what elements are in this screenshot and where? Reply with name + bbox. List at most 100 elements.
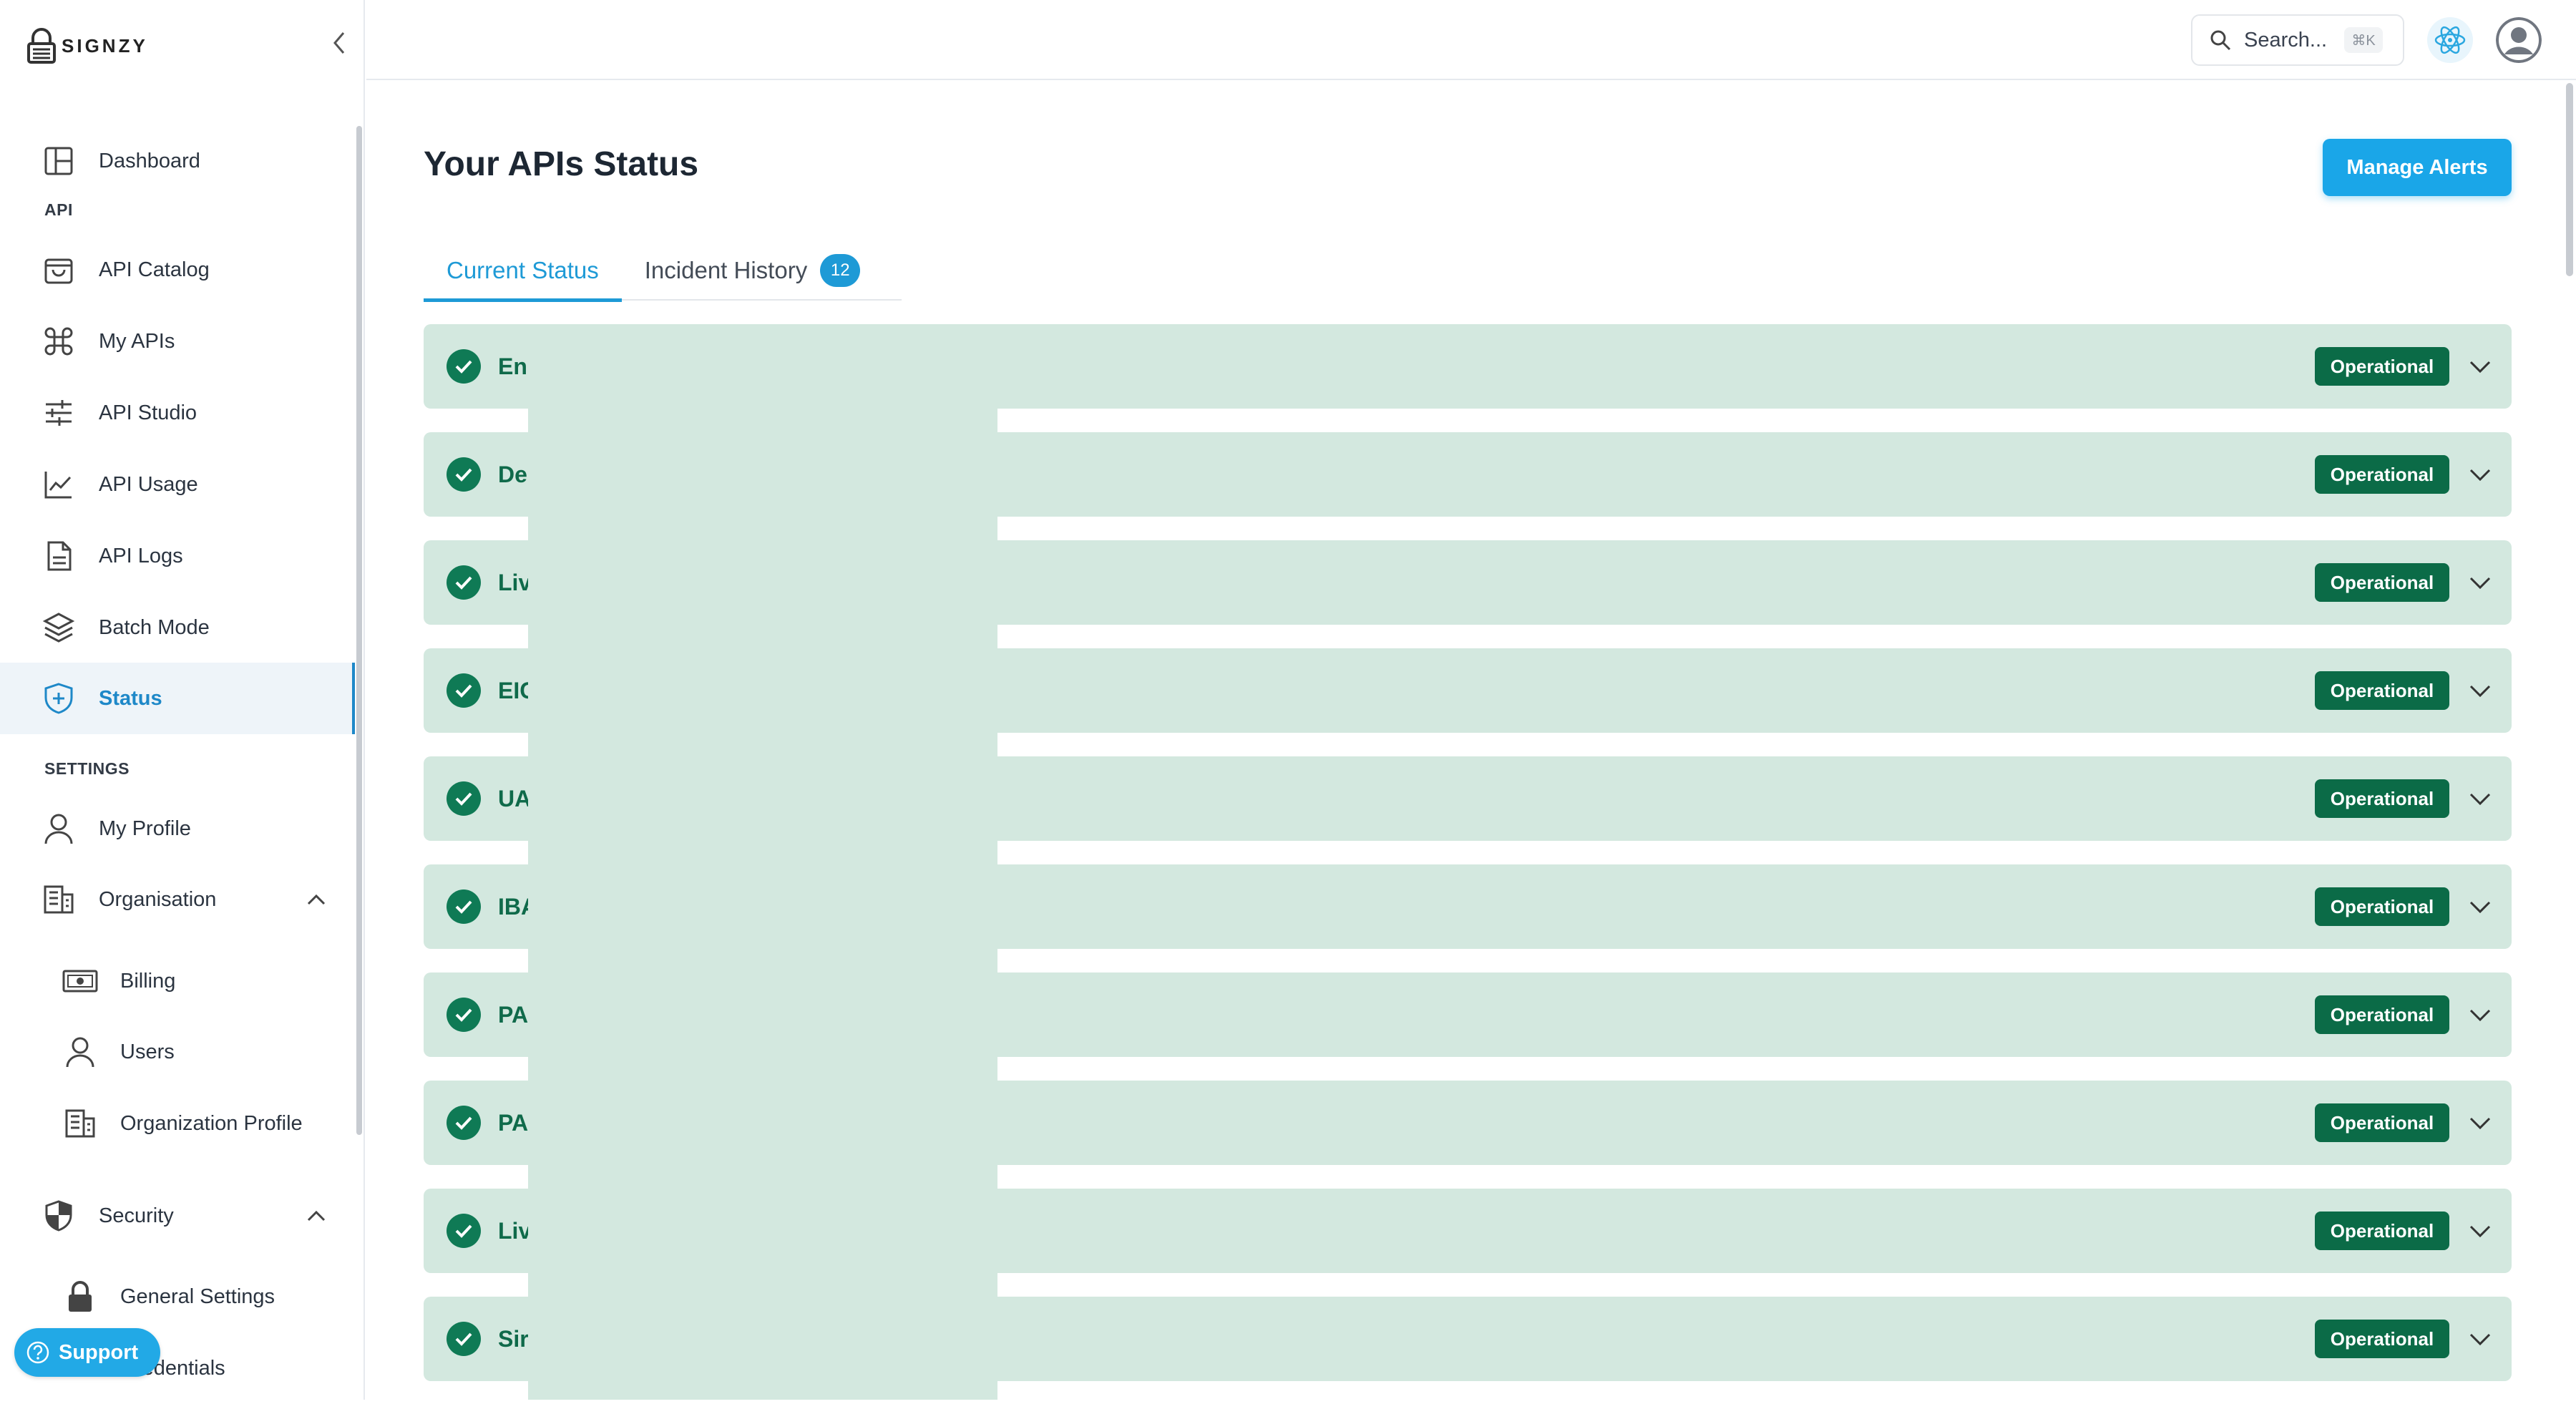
check-circle-icon [447,457,481,492]
chevron-down-icon[interactable] [2466,1217,2494,1245]
layers-icon [40,609,77,646]
ai-assistant-button[interactable] [2427,17,2473,63]
status-badge: Operational [2315,887,2449,926]
tab-current-status[interactable]: Current Status [424,240,622,302]
chevron-up-icon[interactable] [303,887,329,912]
section-label-settings: SETTINGS [44,759,130,778]
check-circle-icon [447,889,481,924]
chevron-down-icon[interactable] [2466,784,2494,813]
sidebar-item-general-settings[interactable]: General Settings [0,1261,355,1332]
sidebar-item-organisation[interactable]: Organisation [0,864,355,935]
sidebar-item-label: API Studio [99,401,197,424]
sidebar-item-label: Billing [120,969,176,993]
search-icon [2210,30,2231,51]
user-icon [62,1033,99,1071]
sidebar-item-label: API Catalog [99,258,210,281]
sidebar-item-my-profile[interactable]: My Profile [0,793,355,864]
chevron-down-icon[interactable] [2466,1325,2494,1353]
chevron-left-icon [333,32,345,54]
sidebar-item-label: Security [99,1204,174,1227]
sidebar-item-users[interactable]: Users [0,1016,355,1088]
incident-count-badge: 12 [820,254,861,287]
lock-logo-icon [27,28,56,64]
keyboard-shortcut-badge: ⌘K [2344,27,2384,53]
shield-icon [40,1197,77,1234]
page-title: Your APIs Status [424,145,699,183]
sidebar-item-api-catalog[interactable]: API Catalog [0,234,355,306]
sidebar-item-api-usage[interactable]: API Usage [0,449,355,520]
sidebar-item-api-studio[interactable]: API Studio [0,377,355,449]
sidebar-item-status[interactable]: Status [0,663,355,734]
atom-icon [2434,26,2466,54]
chevron-down-icon[interactable] [2466,892,2494,921]
chevron-down-icon[interactable] [2466,568,2494,597]
chevron-up-icon[interactable] [303,1203,329,1229]
support-label: Support [59,1340,139,1364]
sidebar-item-label: My Profile [99,816,191,840]
check-circle-icon [447,565,481,600]
check-circle-icon [447,998,481,1032]
sidebar-item-batch-mode[interactable]: Batch Mode [0,592,355,663]
logo-text: SIGNZY [62,34,148,57]
status-badge: Operational [2315,1103,2449,1142]
search-input[interactable]: Search... ⌘K [2191,14,2404,66]
status-badge: Operational [2315,779,2449,818]
tab-label: Incident History [644,257,808,283]
chevron-down-icon[interactable] [2466,1000,2494,1029]
sidebar-item-label: My APIs [99,329,175,353]
sidebar-item-api-logs[interactable]: API Logs [0,520,355,592]
status-badge: Operational [2315,1320,2449,1358]
sidebar-item-dashboard[interactable]: Dashboard [0,125,355,197]
tab-incident-history[interactable]: Incident History 12 [622,240,883,301]
status-badge: Operational [2315,347,2449,386]
building-icon [40,881,77,918]
chart-line-icon [40,466,77,503]
search-placeholder: Search... [2244,28,2328,52]
sidebar-item-my-apis[interactable]: My APIs [0,306,355,377]
status-tabs: Current Status Incident History 12 [424,240,902,302]
building-icon [62,1105,99,1142]
avatar-icon [2496,17,2542,63]
bag-icon [40,251,77,288]
banknote-icon [62,962,99,1000]
sidebar-item-billing[interactable]: Billing [0,945,355,1017]
top-bar: Search... ⌘K [366,0,2576,80]
section-label-api: API [44,200,73,219]
document-icon [40,537,77,575]
tab-label: Current Status [447,257,599,283]
signzy-logo[interactable]: SIGNZY [26,26,148,66]
sidebar: SIGNZY Dashboard API API Catalog My APIs… [0,0,365,1400]
sliders-icon [40,394,77,432]
manage-alerts-button[interactable]: Manage Alerts [2323,139,2512,196]
sidebar-item-label: Status [99,686,162,710]
check-circle-icon [447,349,481,384]
sidebar-item-label: Users [120,1040,175,1063]
check-circle-icon [447,673,481,708]
status-badge: Operational [2315,995,2449,1034]
sidebar-item-security[interactable]: Security [0,1180,355,1252]
collapse-sidebar-button[interactable] [326,29,352,57]
layout-icon [40,142,77,180]
sidebar-item-label: Organisation [99,887,217,911]
page-scrollbar[interactable] [2566,83,2573,276]
sidebar-item-label: Organization Profile [120,1111,303,1135]
sidebar-item-organization-profile[interactable]: Organization Profile [0,1088,355,1159]
lock-icon [62,1278,99,1315]
sidebar-item-label: Dashboard [99,149,200,172]
sidebar-scrollbar[interactable] [356,126,362,1135]
chevron-down-icon[interactable] [2466,352,2494,381]
user-avatar[interactable] [2496,17,2542,63]
chevron-down-icon[interactable] [2466,676,2494,705]
command-icon [40,323,77,360]
check-circle-icon [447,1322,481,1356]
sidebar-item-label: API Logs [99,544,183,567]
chevron-down-icon[interactable] [2466,1108,2494,1137]
support-button[interactable]: Support [14,1328,160,1377]
redaction-overlay [528,324,997,1400]
status-badge: Operational [2315,1212,2449,1250]
sidebar-item-label: General Settings [120,1284,275,1308]
chevron-down-icon[interactable] [2466,460,2494,489]
help-circle-icon [26,1341,49,1364]
sidebar-item-label: API Usage [99,472,198,496]
check-circle-icon [447,1106,481,1140]
